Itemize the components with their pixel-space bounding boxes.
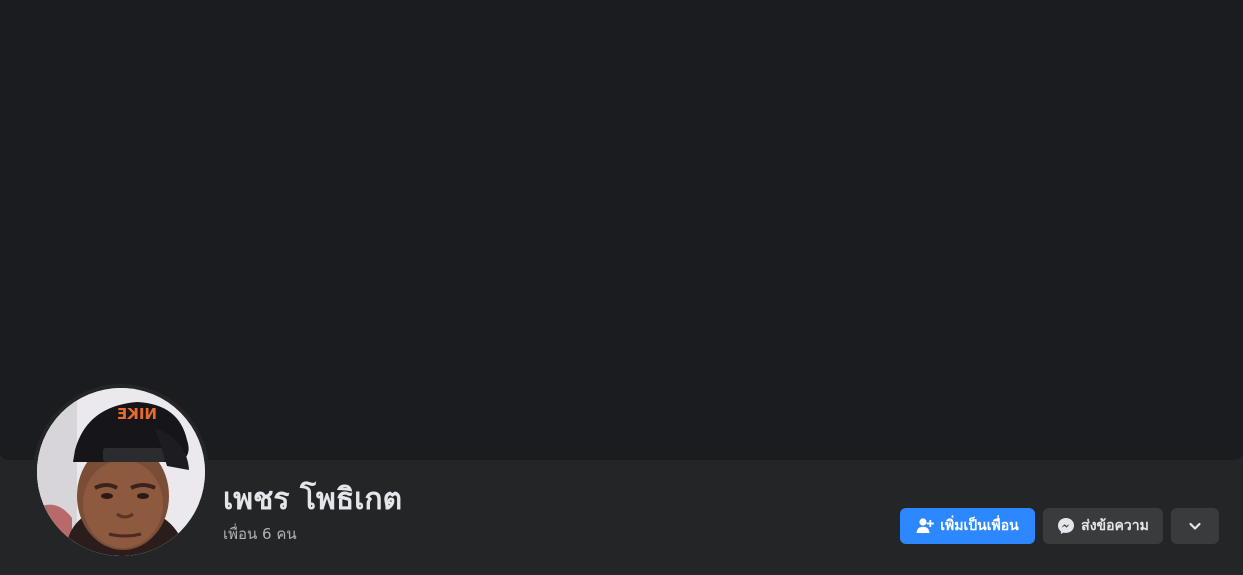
profile-picture[interactable]: NIKE: [37, 388, 205, 556]
profile-name: เพชร โพธิเกต: [223, 482, 403, 517]
chevron-down-icon: [1186, 517, 1204, 535]
friends-count[interactable]: เพื่อน 6 คน: [223, 524, 297, 544]
profile-photo-image: NIKE: [37, 388, 205, 556]
more-options-button[interactable]: [1171, 508, 1219, 544]
cover-photo[interactable]: [0, 0, 1243, 460]
profile-page: NIKE เพชร โพธิเกต เพื่อน 6 คน เพิ่มเป็นเ…: [0, 0, 1243, 575]
person-add-icon: [916, 517, 935, 535]
cap-logo-text: NIKE: [117, 405, 157, 423]
messenger-icon: [1057, 517, 1075, 535]
add-friend-label: เพิ่มเป็นเพื่อน: [940, 518, 1019, 534]
send-message-label: ส่งข้อความ: [1081, 518, 1149, 534]
profile-picture-frame[interactable]: NIKE: [33, 384, 209, 560]
send-message-button[interactable]: ส่งข้อความ: [1043, 508, 1163, 544]
add-friend-button[interactable]: เพิ่มเป็นเพื่อน: [900, 508, 1035, 544]
